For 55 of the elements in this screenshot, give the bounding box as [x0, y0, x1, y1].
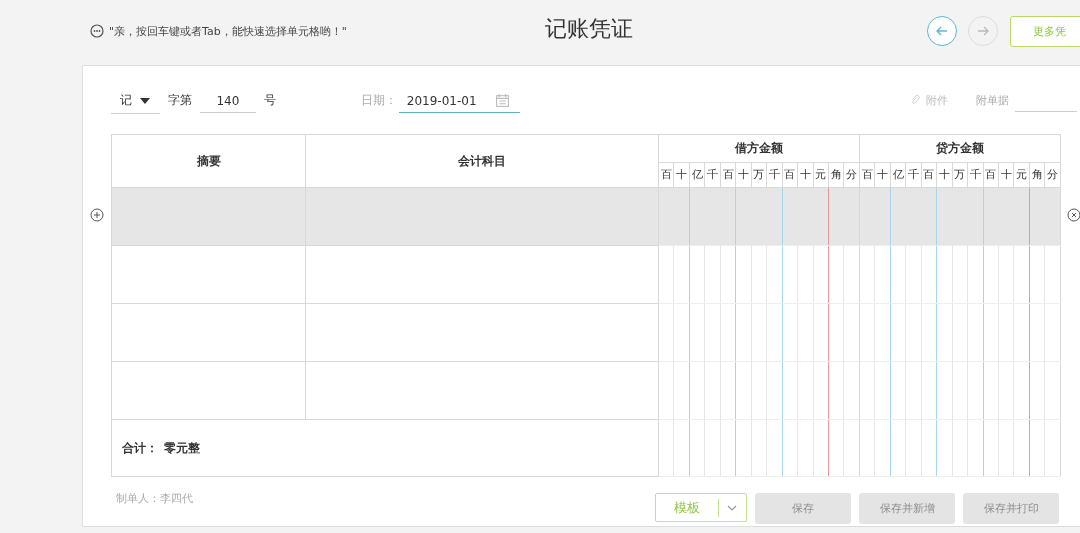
- unit-header: 百: [658, 162, 674, 188]
- word-label: 字第: [167, 91, 192, 109]
- unit-header: 分: [1044, 162, 1061, 188]
- unit-header: 百: [859, 162, 875, 188]
- entry-row[interactable]: [111, 245, 1061, 304]
- column-header: 摘要: [111, 134, 306, 188]
- column-header: 会计科目: [305, 134, 659, 188]
- paperclip-icon: [910, 94, 921, 106]
- unit-header: 亿: [689, 162, 705, 188]
- template-split-button[interactable]: 模板: [655, 493, 747, 522]
- unit-header: 亿: [890, 162, 906, 188]
- hint-text: "亲，按回车键或者Tab，能快速选择单元格哟！": [109, 23, 347, 39]
- total-label: 合计：: [122, 440, 158, 455]
- column-header: 借方金额: [658, 134, 860, 162]
- attachment-link[interactable]: 附件: [910, 92, 948, 108]
- date-label: 日期：: [360, 91, 397, 109]
- calendar-icon[interactable]: [494, 93, 510, 108]
- preparer-text: 制单人：李四代: [116, 491, 193, 506]
- unit-header: 千: [905, 162, 922, 188]
- add-row-icon[interactable]: [90, 208, 104, 222]
- unit-header: 十: [936, 162, 953, 188]
- delete-row-icon[interactable]: [1067, 208, 1080, 222]
- page-title: 记账凭证: [545, 15, 633, 43]
- chat-icon: [90, 24, 104, 38]
- entry-row[interactable]: [111, 361, 1061, 420]
- unit-header: 元: [813, 162, 829, 188]
- unit-header: 十: [874, 162, 891, 188]
- number-suffix: 号: [263, 91, 276, 109]
- unit-header: 元: [1013, 162, 1030, 188]
- date-field[interactable]: 2019-01-01: [398, 87, 520, 113]
- unit-header: 万: [952, 162, 968, 188]
- attached-docs-label: 附单据: [976, 92, 1009, 108]
- caret-icon: [139, 97, 150, 104]
- entry-row[interactable]: [111, 303, 1061, 362]
- more-vouchers-button[interactable]: 更多凭: [1010, 15, 1080, 47]
- unit-header: 千: [766, 162, 783, 188]
- unit-header: 千: [704, 162, 721, 188]
- unit-header: 百: [782, 162, 798, 188]
- voucher-type-select[interactable]: 记: [111, 86, 160, 114]
- unit-header: 分: [843, 162, 860, 188]
- previous-button[interactable]: [927, 16, 957, 46]
- unit-header: 百: [720, 162, 736, 188]
- unit-header: 角: [828, 162, 844, 188]
- unit-header: 万: [751, 162, 767, 188]
- unit-header: 十: [673, 162, 690, 188]
- unit-header: 十: [998, 162, 1014, 188]
- unit-header: 百: [983, 162, 999, 188]
- unit-header: 十: [797, 162, 814, 188]
- unit-header: 角: [1029, 162, 1045, 188]
- unit-header: 千: [967, 162, 983, 188]
- column-header: 贷方金额: [859, 134, 1061, 162]
- total-value: 零元整: [164, 440, 200, 455]
- unit-header: 百: [921, 162, 937, 188]
- entry-row[interactable]: [111, 187, 1061, 246]
- unit-header: 十: [735, 162, 752, 188]
